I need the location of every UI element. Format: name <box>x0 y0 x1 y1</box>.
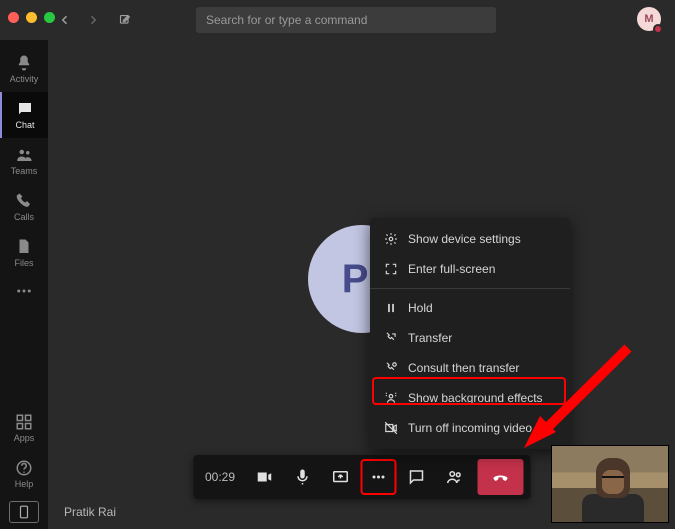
rail-more[interactable] <box>0 276 48 306</box>
participants-button[interactable] <box>436 459 472 495</box>
hang-up-button[interactable] <box>477 459 523 495</box>
participant-name: Pratik Rai <box>64 505 116 519</box>
back-button[interactable] <box>54 9 76 31</box>
menu-fullscreen[interactable]: Enter full-screen <box>370 254 570 284</box>
menu-background-effects[interactable]: Show background effects <box>370 383 570 413</box>
rail-label: Teams <box>11 166 38 176</box>
rail-chat[interactable]: Chat <box>0 92 48 138</box>
rail-label: Apps <box>14 433 35 443</box>
menu-label: Hold <box>408 301 433 315</box>
minimize-window-button[interactable] <box>26 12 37 23</box>
self-view-body <box>582 494 644 523</box>
presence-badge <box>653 24 663 34</box>
menu-device-settings[interactable]: Show device settings <box>370 224 570 254</box>
search-placeholder: Search for or type a command <box>206 13 367 27</box>
call-controls: 00:29 <box>193 455 530 499</box>
menu-transfer[interactable]: Transfer <box>370 323 570 353</box>
menu-hold[interactable]: Hold <box>370 293 570 323</box>
call-stage: PR Pratik Rai 00:29 Show device sett <box>48 40 675 529</box>
rail-label: Chat <box>15 120 34 130</box>
rail-label: Activity <box>10 74 39 84</box>
self-view-glasses <box>602 476 624 482</box>
rail-activity[interactable]: Activity <box>0 46 48 92</box>
mic-toggle-button[interactable] <box>284 459 320 495</box>
menu-turn-off-incoming-video[interactable]: Turn off incoming video <box>370 413 570 443</box>
call-timer: 00:29 <box>199 470 245 484</box>
topbar: Search for or type a command M <box>48 0 675 40</box>
camera-toggle-button[interactable] <box>246 459 282 495</box>
rail-label: Help <box>15 479 34 489</box>
rail-label: Files <box>14 258 33 268</box>
new-chat-button[interactable] <box>114 9 136 31</box>
self-view[interactable] <box>551 445 669 523</box>
chat-button[interactable] <box>398 459 434 495</box>
rail-device-button[interactable] <box>9 501 39 523</box>
menu-separator <box>370 288 570 289</box>
menu-label: Turn off incoming video <box>408 421 532 435</box>
menu-consult-transfer[interactable]: Consult then transfer <box>370 353 570 383</box>
rail-files[interactable]: Files <box>0 230 48 276</box>
rail-teams[interactable]: Teams <box>0 138 48 184</box>
more-actions-menu: Show device settings Enter full-screen H… <box>370 218 570 449</box>
more-actions-button[interactable] <box>360 459 396 495</box>
share-screen-button[interactable] <box>322 459 358 495</box>
rail-label: Calls <box>14 212 34 222</box>
rail-calls[interactable]: Calls <box>0 184 48 230</box>
menu-label: Transfer <box>408 331 452 345</box>
app-rail: Activity Chat Teams Calls Files Apps Hel… <box>0 40 48 529</box>
close-window-button[interactable] <box>8 12 19 23</box>
menu-label: Consult then transfer <box>408 361 519 375</box>
avatar-initial: M <box>644 13 653 25</box>
self-view-face <box>602 470 624 494</box>
menu-label: Enter full-screen <box>408 262 495 276</box>
rail-help[interactable]: Help <box>0 451 48 497</box>
forward-button[interactable] <box>82 9 104 31</box>
menu-label: Show background effects <box>408 391 543 405</box>
rail-apps[interactable]: Apps <box>0 405 48 451</box>
search-input[interactable]: Search for or type a command <box>196 7 496 33</box>
menu-label: Show device settings <box>408 232 521 246</box>
